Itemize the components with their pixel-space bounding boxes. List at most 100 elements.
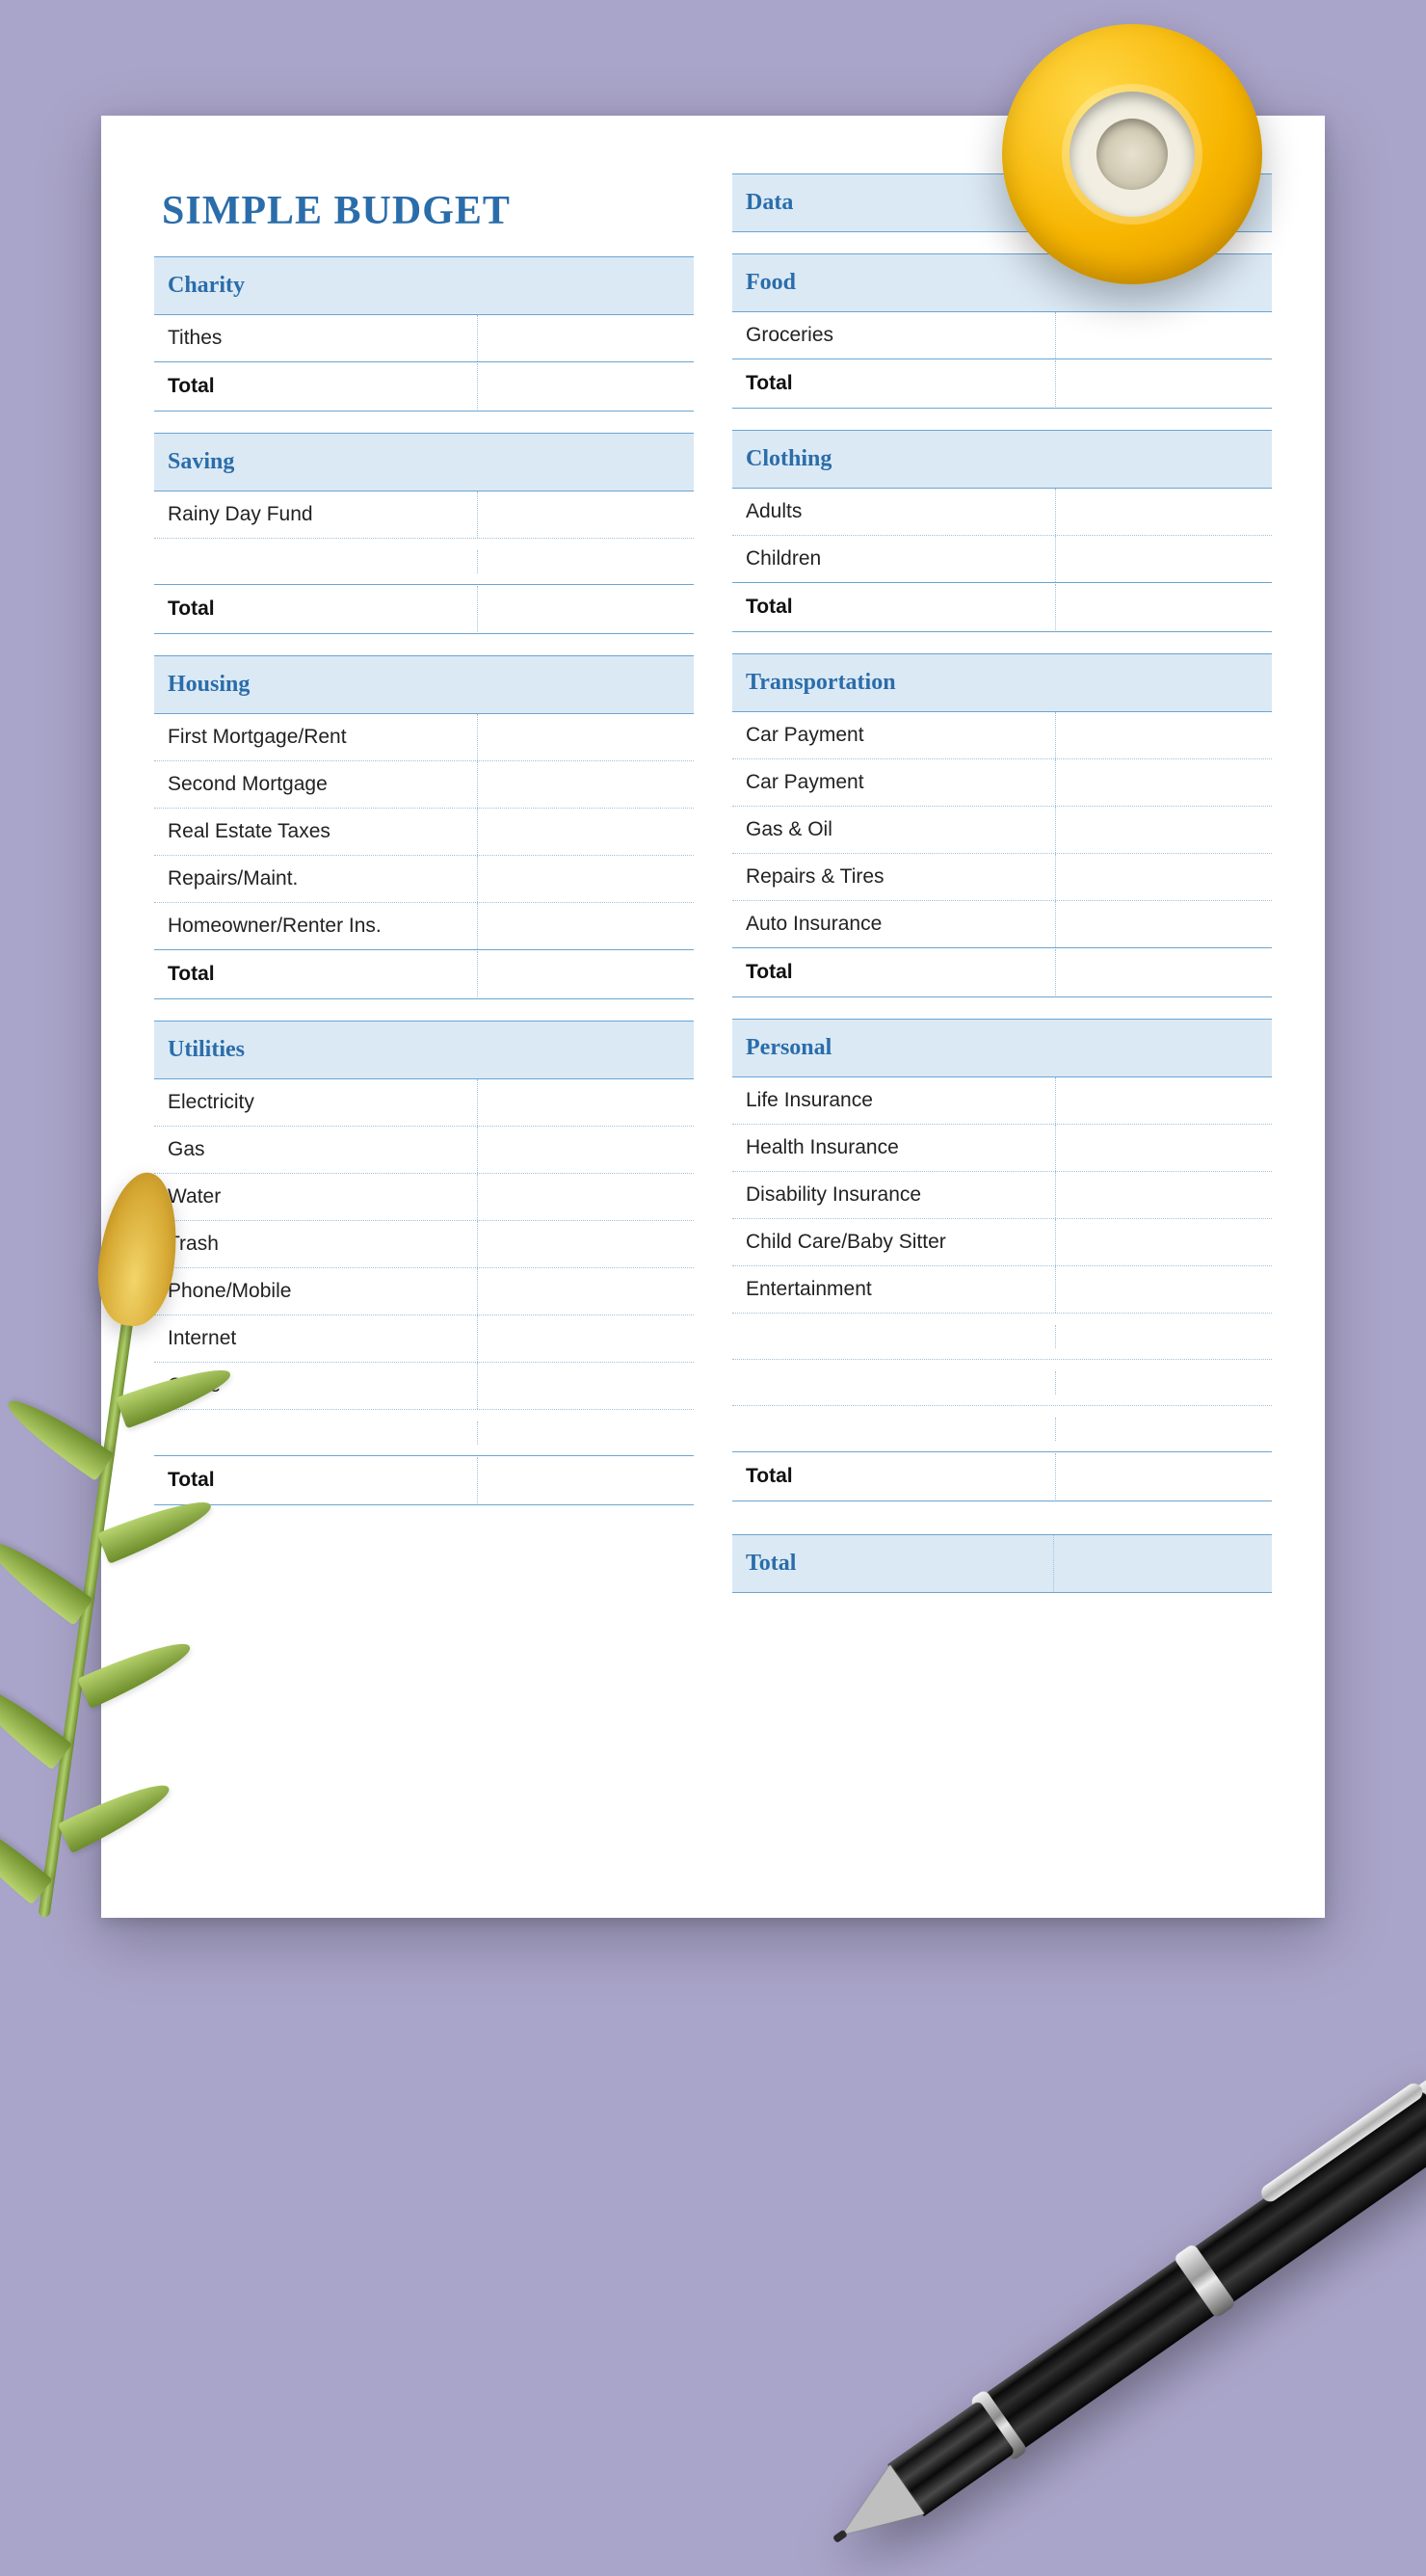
section-charity: CharityTithesTotal [154, 256, 694, 412]
line-item-value[interactable] [478, 915, 694, 938]
line-item-label: First Mortgage/Rent [154, 714, 478, 760]
section-title: Utilities [168, 1037, 680, 1063]
section-title: Saving [168, 449, 680, 475]
line-item-label: Auto Insurance [732, 901, 1056, 947]
total-value[interactable] [478, 598, 694, 621]
line-item-value[interactable] [478, 503, 694, 526]
section-header: Housing [154, 655, 694, 714]
line-item-value[interactable] [1056, 1089, 1272, 1112]
line-item-label: Electricity [154, 1079, 478, 1126]
line-item-value[interactable] [1056, 1278, 1272, 1301]
line-item-label: Internet [154, 1315, 478, 1362]
total-value[interactable] [478, 963, 694, 986]
line-item: Car Payment [732, 712, 1272, 759]
line-item-label: Water [154, 1174, 478, 1220]
line-item-value[interactable] [478, 867, 694, 890]
blank-row[interactable] [154, 1410, 694, 1456]
section-total: Total [732, 947, 1272, 997]
line-item: Second Mortgage [154, 761, 694, 809]
total-value[interactable] [1056, 1465, 1272, 1488]
line-item-value[interactable] [478, 726, 694, 749]
total-label: Total [154, 586, 478, 632]
line-item: Electricity [154, 1079, 694, 1127]
blank-row[interactable] [732, 1360, 1272, 1406]
blank-row[interactable] [732, 1314, 1272, 1360]
line-item: Trash [154, 1221, 694, 1268]
line-item-value[interactable] [1056, 1136, 1272, 1159]
line-item-value[interactable] [478, 773, 694, 796]
line-item: Gas & Oil [732, 807, 1272, 854]
section-total: Total [154, 949, 694, 999]
line-item: Car Payment [732, 759, 1272, 807]
line-item-value[interactable] [1056, 1231, 1272, 1254]
line-item-label: Groceries [732, 312, 1056, 359]
line-item-label: Rainy Day Fund [154, 491, 478, 538]
line-item-value[interactable] [478, 1233, 694, 1256]
line-item-value[interactable] [478, 1374, 694, 1397]
line-item: Child Care/Baby Sitter [732, 1219, 1272, 1266]
total-value[interactable] [478, 375, 694, 398]
blank-row[interactable] [154, 539, 694, 585]
section-header: Personal [732, 1019, 1272, 1077]
line-item: Repairs & Tires [732, 854, 1272, 901]
line-item: Phone/Mobile [154, 1268, 694, 1315]
grand-total-value[interactable] [1053, 1535, 1258, 1592]
line-item: Water [154, 1174, 694, 1221]
line-item-value[interactable] [478, 1091, 694, 1114]
section-utilities: Utilities ElectricityGasWaterTrashPhone/M… [154, 1021, 694, 1505]
line-item-value[interactable] [1056, 913, 1272, 936]
line-item: Health Insurance [732, 1125, 1272, 1172]
line-item-value[interactable] [478, 1327, 694, 1350]
total-value[interactable] [1056, 596, 1272, 619]
total-value[interactable] [1056, 961, 1272, 984]
line-item-value[interactable] [478, 1138, 694, 1161]
line-item: Cable [154, 1363, 694, 1410]
line-item-value[interactable] [478, 820, 694, 843]
total-value[interactable] [1056, 372, 1272, 395]
line-item-label: Adults [732, 489, 1056, 535]
line-item-value[interactable] [1056, 500, 1272, 523]
line-item-value[interactable] [1056, 818, 1272, 841]
line-item-value[interactable] [478, 1280, 694, 1303]
line-item: Life Insurance [732, 1077, 1272, 1125]
section-header: Charity [154, 256, 694, 315]
line-item-value[interactable] [478, 327, 694, 350]
line-item-value[interactable] [478, 1185, 694, 1208]
total-label: Total [732, 949, 1056, 996]
section-total: Total [732, 359, 1272, 409]
line-item-label: Real Estate Taxes [154, 809, 478, 855]
total-label: Total [154, 951, 478, 997]
line-item: Tithes [154, 315, 694, 362]
grand-total: Total [732, 1534, 1272, 1593]
total-label: Total [732, 1453, 1056, 1500]
line-item: Children [732, 536, 1272, 583]
total-value[interactable] [478, 1469, 694, 1492]
line-item-label: Car Payment [732, 759, 1056, 806]
line-item-value[interactable] [1056, 865, 1272, 889]
line-item-value[interactable] [1056, 547, 1272, 571]
section-total: Total [154, 584, 694, 634]
line-item-value[interactable] [1056, 1183, 1272, 1207]
line-item-label: Children [732, 536, 1056, 582]
section-total: Total [154, 1455, 694, 1505]
line-item: First Mortgage/Rent [154, 714, 694, 761]
total-label: Total [732, 584, 1056, 630]
section-saving: Saving Rainy Day Fund Total [154, 433, 694, 634]
line-item-label: Gas [154, 1127, 478, 1173]
line-item-label: Second Mortgage [154, 761, 478, 808]
line-item-label: Trash [154, 1221, 478, 1267]
section-header: Utilities [154, 1021, 694, 1079]
line-item-value[interactable] [1056, 771, 1272, 794]
section-title: Transportation [746, 670, 1258, 696]
section-title: Personal [746, 1035, 1258, 1061]
line-item-label: Disability Insurance [732, 1172, 1056, 1218]
line-item-value[interactable] [1056, 724, 1272, 747]
section-total: Total [732, 1451, 1272, 1501]
section-total: Total [154, 361, 694, 412]
line-item-label: Homeowner/Renter Ins. [154, 903, 478, 949]
blank-row[interactable] [732, 1406, 1272, 1452]
line-item-label: Phone/Mobile [154, 1268, 478, 1315]
section-clothing: ClothingAdultsChildrenTotal [732, 430, 1272, 632]
line-item-value[interactable] [1056, 324, 1272, 347]
section-header: Saving [154, 433, 694, 491]
